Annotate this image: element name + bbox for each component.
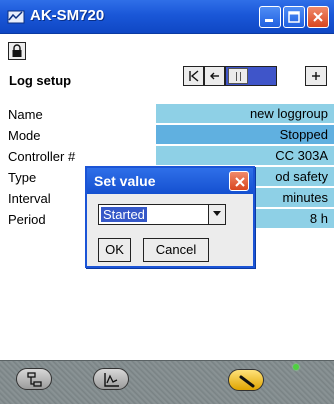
service-tool-icon [239,375,255,388]
app-icon [7,8,25,26]
next-page-icon [312,72,320,80]
dialog-close-button[interactable] [229,171,249,191]
setting-label: Interval [8,191,51,206]
bottom-navbar [0,360,334,404]
setting-label: Name [8,107,43,122]
graph-icon [104,373,119,387]
window-close-button[interactable] [307,6,329,28]
maximize-button[interactable] [283,6,305,28]
minimize-icon [265,19,273,22]
selected-value: Started [101,207,147,222]
dialog-titlebar: Set value [87,168,253,194]
next-page-button[interactable] [305,66,327,86]
page-scrollbar[interactable] [225,66,277,86]
setting-value[interactable]: CC 303A [156,146,334,165]
cancel-button[interactable]: Cancel [143,238,209,262]
scrollbar-thumb[interactable] [228,68,248,84]
first-page-button[interactable] [183,66,204,86]
previous-page-icon [210,72,219,80]
set-value-dialog: Set value Started OK Cancel [85,166,255,268]
setting-row-name[interactable]: Name new loggroup [0,104,334,125]
setting-value[interactable]: new loggroup [156,104,334,123]
close-icon [235,177,245,187]
setting-label: Period [8,212,46,227]
setting-label: Type [8,170,37,185]
window-title: AK-SM720 [30,7,105,24]
close-icon [313,12,323,22]
page-title: Log setup [9,73,72,88]
maximize-icon [288,11,300,23]
dropdown-button[interactable] [208,205,225,224]
graph-button[interactable] [93,368,129,390]
status-indicator [293,364,299,370]
setting-row-controller[interactable]: Controller # CC 303A [0,146,334,167]
window-titlebar: AK-SM720 [0,0,334,34]
lock-button[interactable] [8,42,26,60]
setting-value[interactable]: Stopped [156,125,334,144]
network-button[interactable] [16,368,52,390]
ok-button[interactable]: OK [98,238,131,262]
setting-row-mode[interactable]: Mode Stopped [0,125,334,146]
dialog-title: Set value [94,173,156,189]
service-tool-button[interactable] [228,369,264,391]
setting-label: Controller # [8,149,76,164]
minimize-button[interactable] [259,6,281,28]
lock-icon [12,44,22,57]
setting-label: Mode [8,128,41,143]
value-select[interactable]: Started [98,204,226,225]
previous-page-button[interactable] [204,66,225,86]
network-icon [27,372,42,387]
first-page-icon [189,70,199,82]
chevron-down-icon [213,211,221,216]
